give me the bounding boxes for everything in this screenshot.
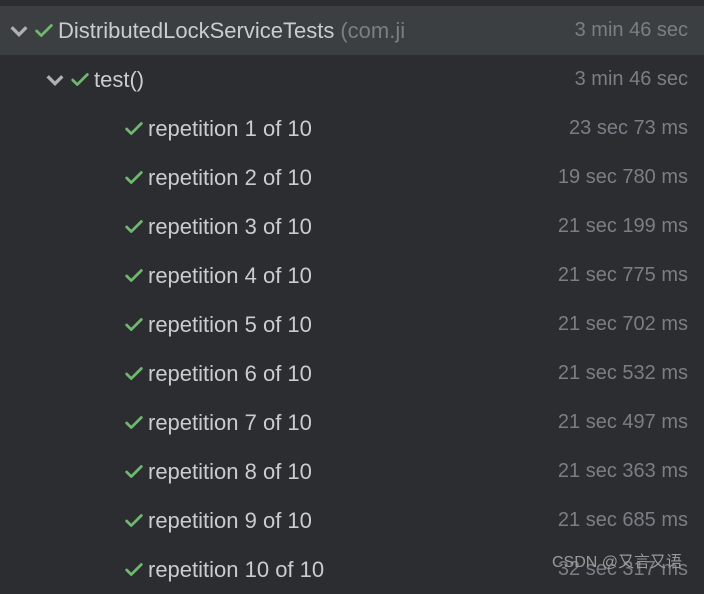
test-method-row[interactable]: test() 3 min 46 sec (0, 55, 704, 104)
repetition-label: repetition 6 of 10 (148, 361, 312, 387)
test-repetition-row[interactable]: repetition 1 of 10 23 sec 73 ms (0, 104, 704, 153)
check-icon (120, 265, 148, 287)
test-repetition-row[interactable]: repetition 8 of 10 21 sec 363 ms (0, 447, 704, 496)
chevron-down-icon[interactable] (8, 20, 30, 42)
repetition-label: repetition 7 of 10 (148, 410, 312, 436)
repetition-label: repetition 3 of 10 (148, 214, 312, 240)
duration-label: 21 sec 199 ms (558, 215, 688, 238)
duration-label: 23 sec 73 ms (569, 117, 688, 140)
duration-label: 21 sec 702 ms (558, 313, 688, 336)
check-icon (120, 461, 148, 483)
duration-label: 3 min 46 sec (575, 68, 688, 91)
test-repetition-row[interactable]: repetition 4 of 10 21 sec 775 ms (0, 251, 704, 300)
duration-label: 21 sec 363 ms (558, 460, 688, 483)
duration-label: 21 sec 775 ms (558, 264, 688, 287)
repetition-label: repetition 5 of 10 (148, 312, 312, 338)
test-repetition-row[interactable]: repetition 5 of 10 21 sec 702 ms (0, 300, 704, 349)
repetition-label: repetition 8 of 10 (148, 459, 312, 485)
chevron-down-icon[interactable] (44, 69, 66, 91)
test-repetition-row[interactable]: repetition 2 of 10 19 sec 780 ms (0, 153, 704, 202)
test-results-tree: DistributedLockServiceTests(com.ji 3 min… (0, 0, 704, 594)
check-icon (120, 363, 148, 385)
repetition-label: repetition 4 of 10 (148, 263, 312, 289)
check-icon (30, 20, 58, 42)
check-icon (120, 510, 148, 532)
duration-label: 19 sec 780 ms (558, 166, 688, 189)
test-class-label: DistributedLockServiceTests(com.ji (58, 18, 405, 44)
duration-label: 3 min 46 sec (575, 19, 688, 42)
check-icon (66, 69, 94, 91)
repetition-label: repetition 1 of 10 (148, 116, 312, 142)
check-icon (120, 118, 148, 140)
check-icon (120, 314, 148, 336)
watermark: CSDN @又言又语 (552, 548, 682, 572)
duration-label: 21 sec 532 ms (558, 362, 688, 385)
test-repetition-row[interactable]: repetition 9 of 10 21 sec 685 ms (0, 496, 704, 545)
test-method-label: test() (94, 67, 144, 93)
repetition-label: repetition 10 of 10 (148, 557, 324, 583)
test-repetition-row[interactable]: repetition 6 of 10 21 sec 532 ms (0, 349, 704, 398)
test-repetition-row[interactable]: repetition 7 of 10 21 sec 497 ms (0, 398, 704, 447)
test-class-row[interactable]: DistributedLockServiceTests(com.ji 3 min… (0, 6, 704, 55)
duration-label: 21 sec 685 ms (558, 509, 688, 532)
repetition-label: repetition 2 of 10 (148, 165, 312, 191)
check-icon (120, 559, 148, 581)
test-repetition-row[interactable]: repetition 3 of 10 21 sec 199 ms (0, 202, 704, 251)
duration-label: 21 sec 497 ms (558, 411, 688, 434)
check-icon (120, 216, 148, 238)
check-icon (120, 412, 148, 434)
check-icon (120, 167, 148, 189)
repetition-label: repetition 9 of 10 (148, 508, 312, 534)
